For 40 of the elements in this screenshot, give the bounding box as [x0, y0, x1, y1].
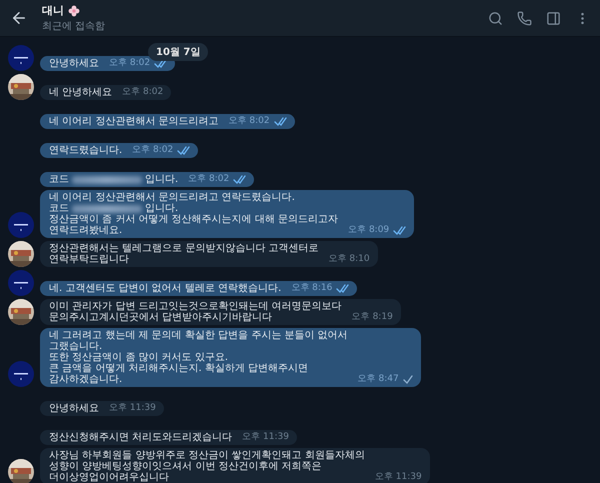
search-icon[interactable]	[488, 10, 503, 26]
message-time: 오후 8:10	[328, 254, 370, 265]
message-text: 입니다.	[145, 203, 178, 214]
phone-icon[interactable]	[517, 10, 532, 26]
message-text: 코드	[49, 203, 69, 214]
message-time: 오후 11:39	[242, 432, 289, 443]
flower-icon	[68, 4, 80, 16]
date-badge: 10월 7일	[148, 43, 208, 61]
redaction-blur	[72, 204, 142, 212]
message-text: 입니다.	[145, 174, 178, 185]
message-text: 안녕하세요	[49, 58, 99, 69]
back-icon[interactable]	[10, 9, 28, 27]
message-text: 네 그러려고 했는데 제 문의데 확실한 답변을 주시는 분들이 없어서 그랬습니다. 또한 정산금액이 좀 많이 커서도 있구요. 큰 금액을 어떻게 처리해주시는지. 확실하게 답변해주시면 감사하겠습니다.	[49, 330, 348, 385]
message-time: 오후 11:39	[109, 403, 156, 414]
message-time: 오후 8:02	[132, 145, 174, 156]
message-text: 이미 관리자가 답변 드리고잇는것으로확인돼는데 여러명문의보다 문의주시고계시던곳에서 답변받아주시기바랍니다	[49, 301, 342, 323]
message-time: 오후 8:02	[188, 174, 230, 185]
message-time: 오후 8:02	[122, 87, 164, 98]
message-time: 오후 8:47	[358, 374, 399, 385]
message-time: 오후 8:02	[228, 116, 270, 127]
chat-title: 대니	[42, 3, 64, 18]
message-text: 네 안녕하세요	[49, 87, 112, 98]
message-time: 오후 11:39	[374, 472, 422, 483]
message-time: 오후 8:16	[291, 283, 332, 294]
sidebar-icon[interactable]	[546, 10, 561, 26]
message-text: 정산금액이 좀 커서 어떻게 정산해주시는지에 대해 문의드리고자 연락드려봤네요.	[49, 214, 338, 236]
message-text: 사장님 하부회원들 양방위주로 정산금이 쌓인게확인돼고 회원들자체의 성향이 양방베팅성향이잇으셔서 이번 정산건이후에 저희쪽은 더이상영업이어려우십니다	[49, 450, 365, 483]
message-text: 연락드렸습니다.	[49, 145, 122, 156]
message-text: 코드	[49, 174, 69, 185]
message-time: 오후 8:19	[352, 312, 393, 323]
message-text: 정산관련해서는 텔레그램으로 문의받지않습니다 고객센터로 연락부탁드립니다	[49, 243, 319, 265]
message-time: 오후 8:02	[109, 58, 150, 69]
message-time: 오후 8:09	[348, 225, 390, 236]
message-text: 정산신청해주시면 처리도와드리겠습니다	[49, 432, 232, 443]
redaction-blur	[72, 176, 142, 184]
last-seen-status: 최근에 접속함	[42, 20, 106, 33]
message-text: 네. 고객센터도 답변이 없어서 텔레로 연락했습니다.	[49, 283, 282, 294]
message-text: 안녕하세요	[49, 403, 99, 414]
message-text: 네 이어리 정산관련해서 문의드리려고	[49, 116, 219, 127]
message-text: 네 이어리 정산관련해서 문의드리려고 연락드렸습니다.	[49, 192, 296, 203]
